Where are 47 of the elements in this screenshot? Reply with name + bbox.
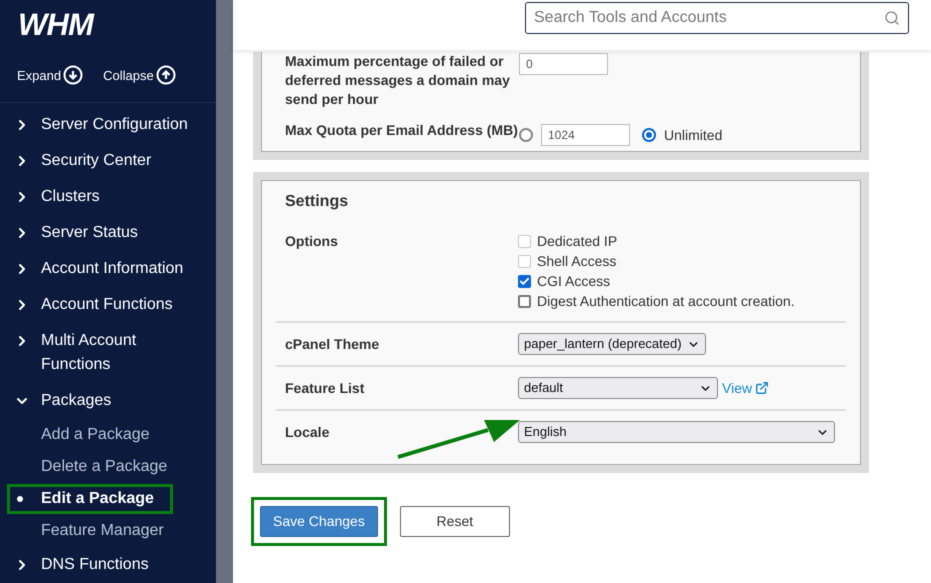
field-label: Maximum percentage of failed or deferred messages a domain may send per hour [285,52,511,109]
external-link-icon [755,381,770,395]
panel-title: Settings [284,192,350,212]
sidebar-subitem[interactable]: Add a Package [7,420,173,450]
sidebar-item[interactable]: Clusters [0,179,190,215]
sidebar-subitem[interactable]: Feature Manager [7,516,173,546]
sidebar-subitem[interactable]: Edit a Package [7,484,173,514]
field-label: Max Quota per Email Address (MB) [285,121,519,140]
view-link[interactable]: View [722,378,770,398]
arrow-down-circle-icon [63,65,84,86]
field-label: Options [285,232,339,251]
sidebar-item[interactable]: Server Status [0,215,190,251]
bullet-icon [17,496,23,502]
radio-button[interactable] [642,128,656,142]
expand-button[interactable]: Expand [17,65,84,86]
sidebar-subitem[interactable]: Delete a Package [7,452,173,482]
dropdown[interactable]: English [518,421,835,443]
search-field[interactable]: Search Tools and Accounts [525,2,909,34]
sidebar-item[interactable]: Packages [0,383,190,419]
sidebar-item[interactable]: Multi Account Functions [0,323,190,383]
field-label: cPanel Theme [285,334,380,354]
save-button[interactable]: Save Changes [260,506,378,537]
input-field[interactable]: 0 [519,53,608,75]
collapse-button[interactable]: Collapse [103,65,176,86]
sidebar-item[interactable]: Account Information [0,251,190,287]
whm-logo: WHM [18,8,94,40]
arrow-up-circle-icon [156,65,176,86]
checkbox[interactable] [518,274,531,288]
radio-label: Unlimited [664,126,722,144]
reset-button[interactable]: Reset [400,506,510,537]
checkbox[interactable] [518,294,531,308]
field-label: Locale [285,422,330,442]
radio-button[interactable] [519,128,533,142]
search-icon [884,10,900,26]
check-icon [519,276,530,286]
checkbox-label: Shell Access [537,252,616,270]
sidebar-item[interactable]: Security Center [0,143,190,179]
sidebar-item[interactable]: Server Configuration [0,107,190,143]
sidebar-item[interactable]: Account Functions [0,287,190,323]
checkbox-label: Digest Authentication at account creation. [537,292,795,311]
sidebar-item[interactable]: DNS Functions [0,547,190,583]
dropdown[interactable]: paper_lantern (deprecated) [518,333,706,355]
checkbox-label: Dedicated IP [537,232,618,250]
dropdown[interactable]: default [518,377,718,399]
input-field[interactable]: 1024 [541,124,630,146]
checkbox-label: CGI Access [537,272,610,290]
field-label: Feature List [285,378,366,398]
